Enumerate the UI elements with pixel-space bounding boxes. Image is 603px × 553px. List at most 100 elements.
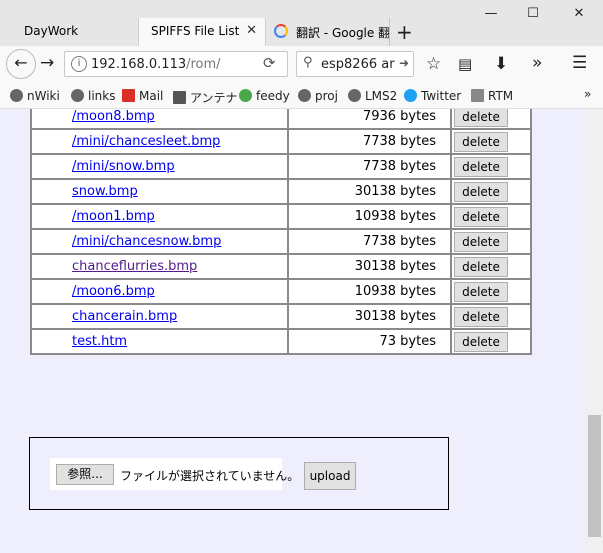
file-link[interactable]: snow.bmp xyxy=(72,184,138,199)
menu-icon[interactable]: ☰ xyxy=(572,53,587,73)
twitter-icon xyxy=(404,89,417,102)
tab-daywork[interactable]: DayWork xyxy=(12,18,138,46)
back-button[interactable]: ← xyxy=(6,49,36,79)
file-link[interactable]: /moon8.bmp xyxy=(72,109,155,124)
delete-button[interactable]: delete xyxy=(454,281,508,302)
upload-form: 参照... ファイルが選択されていません。 upload xyxy=(29,437,449,510)
file-link[interactable]: /moon1.bmp xyxy=(72,209,155,224)
page-content: /moon8.bmp 7936 bytes delete/mini/chancesl… xyxy=(0,109,586,553)
table-row: chanceflurries.bmp 30138 bytes delete xyxy=(30,253,532,280)
file-size: 10938 bytes xyxy=(287,203,452,230)
delete-button[interactable]: delete xyxy=(454,306,508,327)
file-name-cell: test.htm xyxy=(30,328,289,355)
globe-icon xyxy=(71,89,84,102)
tab-google-translate[interactable]: 翻訳 - Google 翻 xyxy=(266,18,390,46)
bookmark-label: Mail xyxy=(139,89,164,103)
file-name-cell: chancerain.bmp xyxy=(30,303,289,330)
bookmarks-bar: nWiki links Mail アンテナ feedy proj LMS2 Tw… xyxy=(0,84,603,109)
file-action-cell: delete xyxy=(450,228,532,255)
url-path: /rom/ xyxy=(186,57,221,72)
title-bar: — ☐ ✕ DayWork SPIFFS File List ✕ 翻訳 - Go… xyxy=(0,0,603,46)
delete-button[interactable]: delete xyxy=(454,156,508,177)
file-name-cell: chanceflurries.bmp xyxy=(30,253,289,280)
delete-button[interactable]: delete xyxy=(454,206,508,227)
bookmark-lms2[interactable]: LMS2 xyxy=(348,89,397,103)
table-row: chancerain.bmp 30138 bytes delete xyxy=(30,303,532,330)
file-size: 7738 bytes xyxy=(287,153,452,180)
arrow-right-icon[interactable]: ➜ xyxy=(399,56,409,70)
reload-icon[interactable]: ⟳ xyxy=(263,54,276,72)
bookmark-links[interactable]: links xyxy=(71,89,115,103)
file-name-cell: /mini/chancesnow.bmp xyxy=(30,228,289,255)
globe-icon xyxy=(10,89,23,102)
file-size: 30138 bytes xyxy=(287,303,452,330)
search-text[interactable]: esp8266 arduino xyxy=(321,57,395,72)
close-icon[interactable]: ✕ xyxy=(246,23,257,38)
delete-button[interactable]: delete xyxy=(454,109,508,127)
file-action-cell: delete xyxy=(450,128,532,155)
rtm-icon xyxy=(471,89,484,102)
delete-button[interactable]: delete xyxy=(454,131,508,152)
minimize-button[interactable]: — xyxy=(476,6,506,21)
table-row: /mini/chancesleet.bmp 7738 bytes delete xyxy=(30,128,532,155)
upload-button[interactable]: upload xyxy=(304,462,356,490)
globe-icon xyxy=(348,89,361,102)
file-name-cell: /mini/snow.bmp xyxy=(30,153,289,180)
bookmark-proj[interactable]: proj xyxy=(298,89,338,103)
browse-button[interactable]: 参照... xyxy=(56,464,114,485)
overflow-icon[interactable]: » xyxy=(532,53,542,73)
bookmark-label: feedy xyxy=(256,89,290,103)
bookmark-label: nWiki xyxy=(27,89,60,103)
file-link[interactable]: test.htm xyxy=(72,334,127,349)
file-link[interactable]: chancerain.bmp xyxy=(72,309,177,324)
file-link[interactable]: /moon6.bmp xyxy=(72,284,155,299)
bookmark-label: proj xyxy=(315,89,338,103)
file-link[interactable]: /mini/chancesnow.bmp xyxy=(72,234,221,249)
file-action-cell: delete xyxy=(450,203,532,230)
table-row: /moon8.bmp 7936 bytes delete xyxy=(30,109,532,130)
url-text[interactable]: 192.168.0.113/rom/ xyxy=(91,57,221,72)
no-file-label: ファイルが選択されていません。 xyxy=(120,469,300,483)
scrollbar-thumb[interactable] xyxy=(588,415,601,537)
bookmark-antenna[interactable]: アンテナ xyxy=(173,89,238,106)
bookmark-label: アンテナ xyxy=(190,91,238,105)
globe-icon xyxy=(298,89,311,102)
reader-icon[interactable]: ▤ xyxy=(458,55,472,73)
download-icon[interactable]: ⬇ xyxy=(494,54,508,74)
delete-button[interactable]: delete xyxy=(454,331,508,352)
table-row: snow.bmp 30138 bytes delete xyxy=(30,178,532,205)
close-window-button[interactable]: ✕ xyxy=(564,6,594,21)
delete-button[interactable]: delete xyxy=(454,256,508,277)
bookmarks-overflow-icon[interactable]: » xyxy=(584,87,591,101)
google-icon xyxy=(274,24,288,38)
delete-button[interactable]: delete xyxy=(454,231,508,252)
maximize-button[interactable]: ☐ xyxy=(518,6,548,21)
search-box[interactable]: ⚲ esp8266 arduino ➜ xyxy=(296,51,414,77)
tab-spiffs-file-list[interactable]: SPIFFS File List ✕ xyxy=(138,18,266,46)
bookmark-nwiki[interactable]: nWiki xyxy=(10,89,60,103)
table-row: /moon1.bmp 10938 bytes delete xyxy=(30,203,532,230)
file-size: 30138 bytes xyxy=(287,178,452,205)
info-icon[interactable]: i xyxy=(71,56,87,72)
file-link[interactable]: /mini/snow.bmp xyxy=(72,159,175,174)
tab-label: DayWork xyxy=(24,24,79,38)
bookmark-twitter[interactable]: Twitter xyxy=(404,89,461,103)
table-row: /mini/snow.bmp 7738 bytes delete xyxy=(30,153,532,180)
bookmark-mail[interactable]: Mail xyxy=(122,89,163,103)
file-link[interactable]: chanceflurries.bmp xyxy=(72,259,197,274)
address-bar[interactable]: i 192.168.0.113/rom/ ⟳ xyxy=(64,51,288,77)
file-name-cell: snow.bmp xyxy=(30,178,289,205)
file-link[interactable]: /mini/chancesleet.bmp xyxy=(72,134,220,149)
forward-button[interactable]: → xyxy=(40,53,54,73)
file-size: 7738 bytes xyxy=(287,228,452,255)
bookmark-feedy[interactable]: feedy xyxy=(239,89,290,103)
star-icon[interactable]: ☆ xyxy=(426,54,441,74)
file-name-cell: /moon1.bmp xyxy=(30,203,289,230)
bookmark-rtm[interactable]: RTM xyxy=(471,89,513,103)
table-row: /moon6.bmp 10938 bytes delete xyxy=(30,278,532,305)
delete-button[interactable]: delete xyxy=(454,181,508,202)
file-input[interactable]: 参照... ファイルが選択されていません。 xyxy=(50,458,299,490)
bookmark-label: links xyxy=(88,89,116,103)
new-tab-button[interactable]: + xyxy=(396,18,413,46)
file-size: 10938 bytes xyxy=(287,278,452,305)
